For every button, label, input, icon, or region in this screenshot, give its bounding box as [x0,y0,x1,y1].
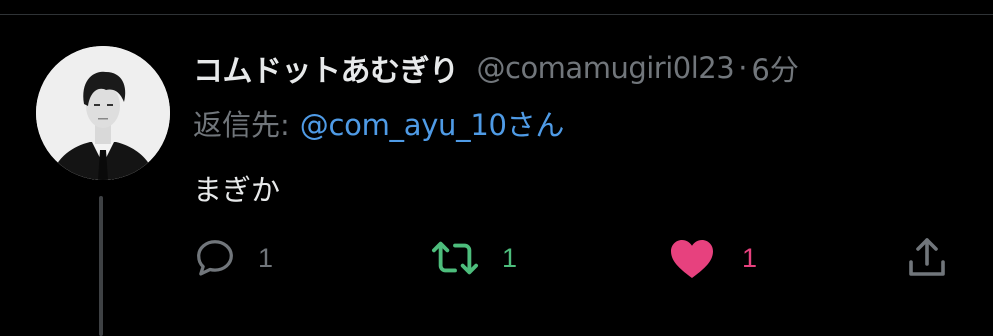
heart-icon [671,240,713,278]
share-button[interactable] [903,234,951,282]
like-button[interactable]: 1 [668,234,757,282]
retweet-icon [432,241,479,275]
like-count: 1 [742,242,758,273]
reply-icon [197,240,233,276]
author-display-name[interactable]: コムドットあむぎり [193,46,459,90]
share-icon [909,238,945,276]
reply-button[interactable]: 1 [192,234,273,282]
reply-count: 1 [258,242,274,273]
avatar-portrait-icon [36,46,170,180]
tweet-timestamp[interactable]: 6分 [751,47,798,89]
reply-context: 返信先: @com_ayu_10さん [193,101,564,145]
reply-target-link[interactable]: @com_ayu_10さん [300,102,565,144]
retweet-count: 1 [502,242,518,273]
separator-dot: · [738,51,748,85]
tweet-text: まぎか [193,173,281,207]
avatar[interactable] [36,46,170,180]
reply-label: 返信先: [193,108,290,142]
author-handle[interactable]: @comamugiri0l23 [477,51,735,85]
thread-line [99,196,103,336]
tweet-header: コムドットあむぎり @comamugiri0l23 · 6分 [193,45,799,91]
retweet-button[interactable]: 1 [428,234,517,282]
top-divider [0,14,993,15]
